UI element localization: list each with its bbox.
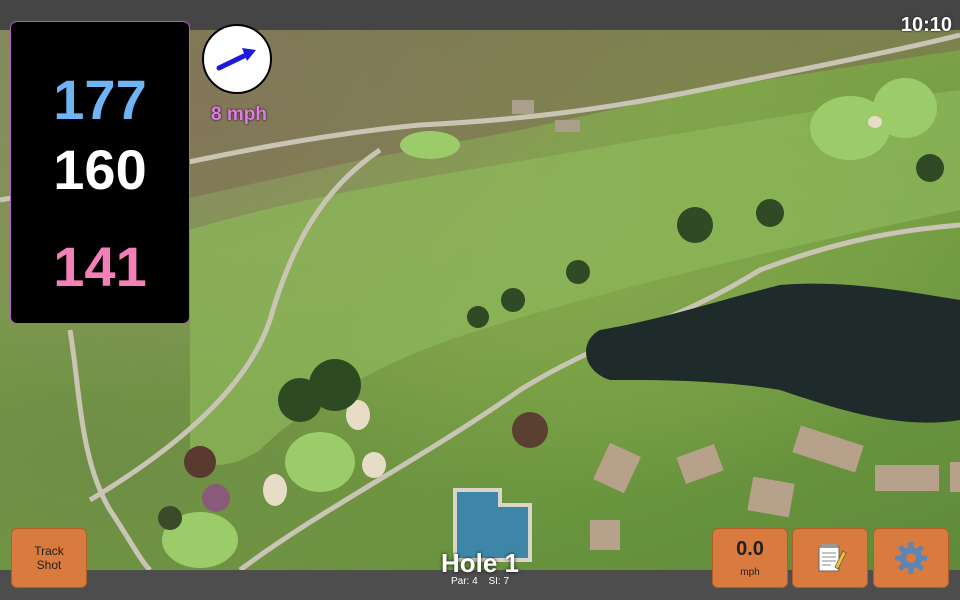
track-shot-label: Track Shot <box>34 544 64 572</box>
track-shot-button[interactable]: Track Shot <box>11 528 87 588</box>
notepad-icon <box>818 544 847 572</box>
front-yardage: 141 <box>53 235 147 298</box>
wind-unit: mph <box>740 567 760 578</box>
wind-speed-label: 8 mph <box>211 104 267 125</box>
hole-info: Hole 1 Par: 4 SI: 7 <box>380 548 580 587</box>
notes-button[interactable] <box>792 528 868 588</box>
middle-yardage: 160 <box>53 138 147 201</box>
clock: 10:10 <box>900 14 952 36</box>
wind-speed-button[interactable]: 0.0 mph <box>712 528 788 588</box>
gear-icon <box>895 542 927 574</box>
wind-value: 0.0 <box>736 538 764 560</box>
hole-details: Par: 4 SI: 7 <box>380 576 580 587</box>
hole-par: Par: 4 <box>450 576 478 587</box>
hole-title: Hole 1 <box>440 548 520 578</box>
back-yardage: 177 <box>53 68 147 131</box>
wind-indicator[interactable] <box>202 24 272 94</box>
settings-button[interactable] <box>873 528 949 588</box>
yardage-panel: 177 160 141 <box>11 22 189 323</box>
hole-stroke-index: SI: 7 <box>488 576 510 587</box>
arrow-right-icon <box>216 48 256 71</box>
